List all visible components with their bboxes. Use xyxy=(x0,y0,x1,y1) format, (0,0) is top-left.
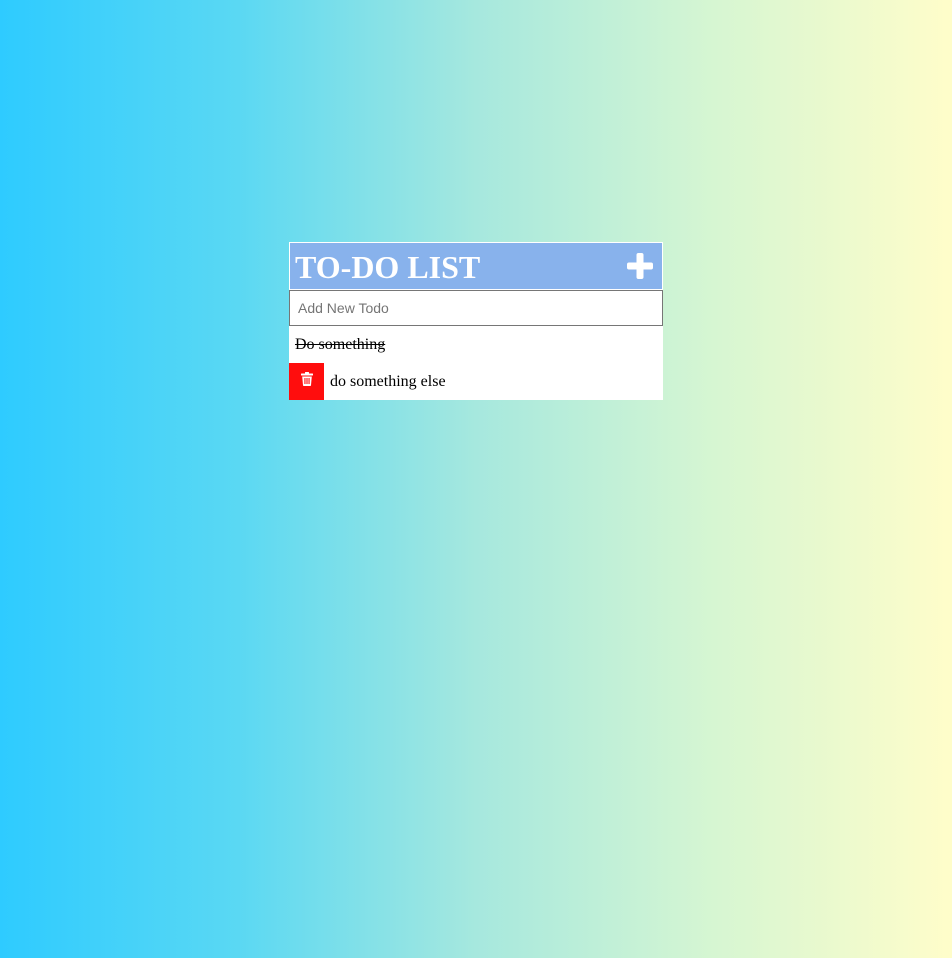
todo-card: TO-DO LIST Do something xyxy=(289,242,663,400)
trash-icon xyxy=(300,372,313,391)
delete-button[interactable] xyxy=(289,363,324,400)
todo-item-text: Do something xyxy=(295,335,386,353)
new-todo-input[interactable] xyxy=(289,290,663,326)
page-title: TO-DO LIST xyxy=(295,249,481,285)
plus-icon[interactable] xyxy=(626,252,654,280)
page-background: { "header": { "title": "TO-DO LIST", "ad… xyxy=(0,0,952,958)
todo-list: Do something do something else xyxy=(289,326,663,400)
todo-header: TO-DO LIST xyxy=(289,242,663,290)
todo-item-text: do something else xyxy=(330,372,446,390)
todo-item[interactable]: do something else xyxy=(289,363,663,400)
todo-item[interactable]: Do something xyxy=(289,326,663,363)
